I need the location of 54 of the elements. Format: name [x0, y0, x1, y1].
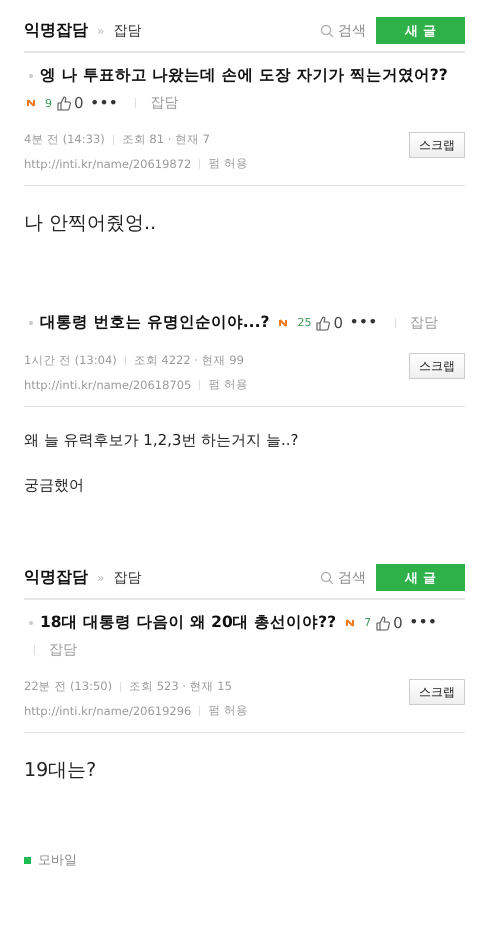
search-icon [320, 24, 334, 38]
thumbs-up-icon [56, 95, 71, 111]
thumbs-up-icon [375, 614, 390, 630]
post-category[interactable]: 잡담 [49, 641, 77, 659]
more-button[interactable]: ••• [410, 615, 438, 630]
mobile-link[interactable]: 모바일 [38, 851, 77, 869]
breadcrumb-separator: » [97, 570, 104, 584]
post-time: 22분 전 (13:50) [24, 679, 112, 694]
search-icon [320, 570, 334, 584]
board-title[interactable]: 익명잡담 [24, 20, 88, 41]
scrap-button[interactable]: 스크랩 [409, 353, 465, 379]
post-text: 궁금했어 [24, 476, 85, 495]
new-post-button[interactable]: 새 글 [376, 17, 465, 44]
like-count: 0 [74, 94, 84, 112]
post-text: 19대는? [24, 758, 98, 783]
view-count: 조회 81 · 현재 7 [122, 132, 210, 147]
comment-count[interactable]: 9 [45, 96, 52, 110]
post-title: 대통령 번호는 유명인순이야...? [40, 312, 270, 333]
copy-permission: 펌 허용 [208, 156, 248, 171]
scrap-button[interactable]: 스크랩 [409, 132, 465, 158]
search-link[interactable]: 검색 [320, 568, 366, 586]
post-category[interactable]: 잡담 [410, 314, 438, 332]
comment-count[interactable]: 25 [297, 316, 312, 329]
copy-permission: 펌 허용 [208, 703, 248, 718]
scrap-button[interactable]: 스크랩 [409, 679, 465, 705]
category-link[interactable]: 잡담 [113, 568, 142, 586]
post-url-link[interactable]: http://inti.kr/name/20618705 [24, 378, 192, 392]
new-post-button[interactable]: 새 글 [376, 564, 465, 591]
bullet-icon [29, 74, 33, 78]
more-button[interactable]: ••• [350, 315, 378, 330]
copy-permission: 펌 허용 [208, 377, 248, 392]
more-button[interactable]: ••• [90, 96, 118, 110]
post-category[interactable]: 잡담 [150, 94, 178, 112]
category-link[interactable]: 잡담 [113, 22, 142, 40]
post-url-link[interactable]: http://inti.kr/name/20619872 [24, 156, 192, 170]
bullet-icon [29, 320, 33, 324]
square-icon [24, 856, 31, 864]
bullet-icon [29, 620, 33, 624]
thumbs-up-icon [315, 314, 330, 330]
view-count: 조회 4222 · 현재 99 [134, 353, 244, 368]
post-text: 나 안찍어줬엉.. [24, 211, 158, 236]
post-time: 1시간 전 (13:04) [24, 353, 117, 368]
like-count: 0 [393, 614, 403, 632]
post-title: 엥 나 투표하고 나왔는데 손에 도장 자기가 찍는거였어?? [40, 65, 448, 86]
like-count: 0 [333, 314, 343, 332]
post-time: 4분 전 (14:33) [24, 132, 105, 147]
view-count: 조회 523 · 현재 15 [129, 679, 232, 694]
comment-count[interactable]: 7 [364, 616, 372, 629]
search-link[interactable]: 검색 [320, 22, 366, 40]
breadcrumb-separator: » [97, 24, 104, 38]
post-url-link[interactable]: http://inti.kr/name/20619296 [24, 704, 192, 718]
board-title[interactable]: 익명잡담 [24, 567, 88, 588]
post-text: 왜 늘 유력후보가 1,2,3번 하는거지 늘..? [24, 431, 300, 450]
post-title: 18대 대통령 다음이 왜 20대 총선이야?? [40, 612, 336, 633]
